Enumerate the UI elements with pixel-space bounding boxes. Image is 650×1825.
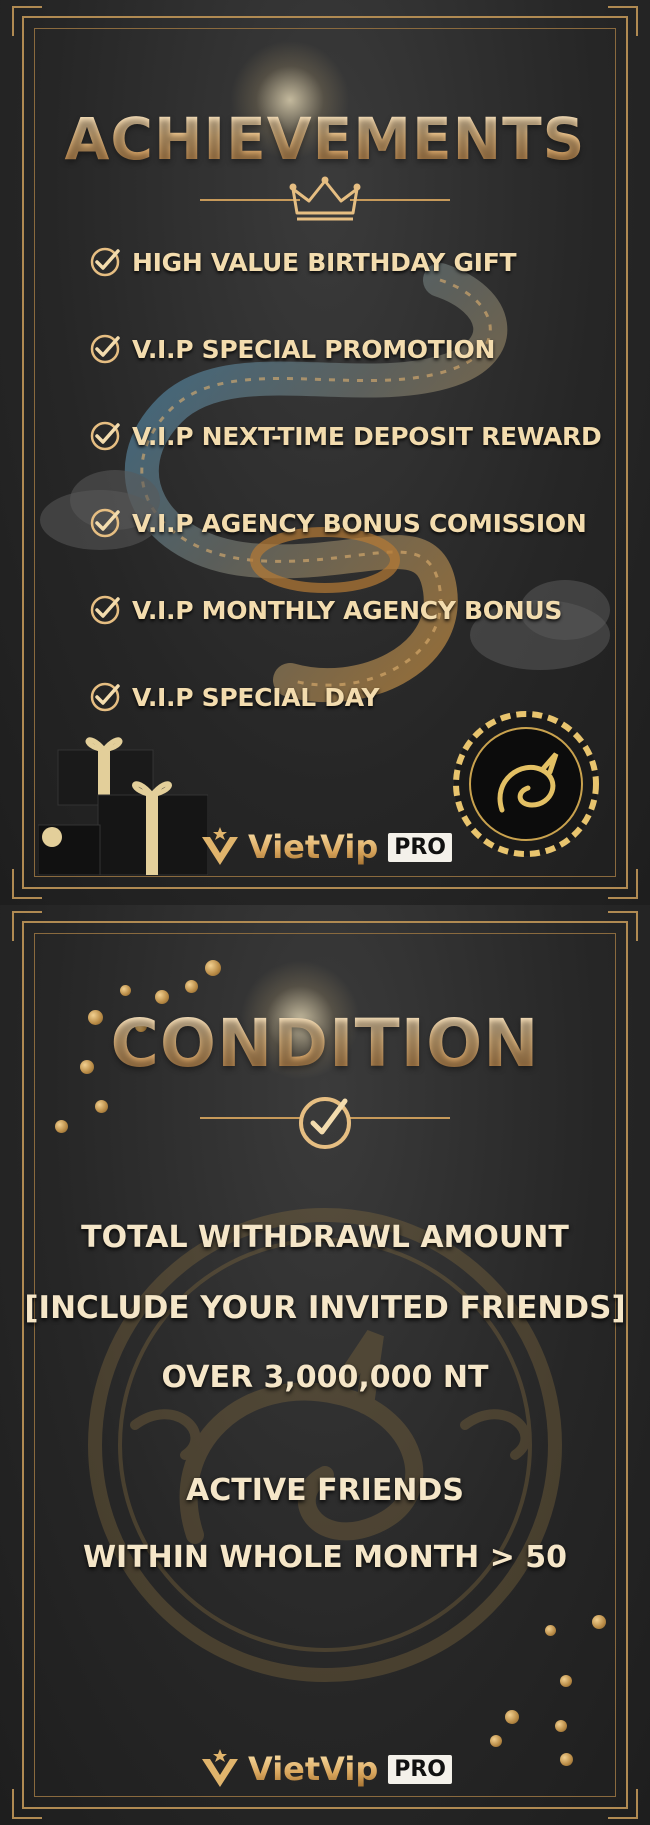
achievements-title: ACHIEVEMENTS xyxy=(0,105,650,173)
checkmark-icon xyxy=(90,682,120,712)
frame-corner xyxy=(608,6,638,36)
confetti-dot xyxy=(185,980,198,993)
check-circle-icon xyxy=(299,1097,351,1149)
checkmark-icon xyxy=(90,334,120,364)
confetti-dot xyxy=(560,1753,573,1766)
title-ornament xyxy=(0,175,650,225)
logo-brand-text: VietVip xyxy=(247,828,379,866)
achievement-label: HIGH VALUE BIRTHDAY GIFT xyxy=(132,247,517,277)
frame-corner xyxy=(12,1789,42,1819)
dragon-seal-watermark xyxy=(88,1208,562,1682)
condition-line: OVER 3,000,000 NT xyxy=(161,1360,489,1395)
gift-boxes-illustration xyxy=(38,737,208,875)
achievement-item: V.I.P MONTHLY AGENCY BONUS xyxy=(88,588,588,632)
confetti-dot xyxy=(205,960,221,976)
achievement-label: V.I.P SPECIAL PROMOTION xyxy=(132,334,496,364)
crown-icon xyxy=(289,176,361,221)
frame-corner xyxy=(608,1789,638,1819)
logo-brand-text: VietVip xyxy=(247,1750,379,1788)
frame-corner xyxy=(12,6,42,36)
condition-panel: CONDITION TOTAL WITHDRAWL AMOUNT [INCLUD… xyxy=(0,905,650,1825)
confetti-dot xyxy=(555,1720,567,1732)
achievement-item: V.I.P AGENCY BONUS COMISSION xyxy=(88,501,588,545)
condition-line: ACTIVE FRIENDS xyxy=(186,1473,464,1508)
confetti-dot xyxy=(120,985,131,996)
logo-v-icon xyxy=(201,827,238,865)
achievement-item: HIGH VALUE BIRTHDAY GIFT xyxy=(88,240,588,284)
achievement-list: HIGH VALUE BIRTHDAY GIFT V.I.P SPECIAL P… xyxy=(88,240,602,762)
achievement-label: V.I.P NEXT-TIME DEPOSIT REWARD xyxy=(132,421,602,451)
achievement-label: V.I.P AGENCY BONUS COMISSION xyxy=(132,508,587,538)
ornament-line xyxy=(350,199,450,201)
dragon-medallion xyxy=(453,711,599,857)
confetti-dot xyxy=(490,1735,502,1747)
achievement-label: V.I.P SPECIAL DAY xyxy=(132,682,380,712)
logo-pro-badge: PRO xyxy=(388,832,453,862)
logo-v-icon xyxy=(201,1749,238,1787)
achievement-label: V.I.P MONTHLY AGENCY BONUS xyxy=(132,595,563,625)
ornament-line xyxy=(350,1117,450,1119)
frame-corner xyxy=(12,911,42,941)
confetti-dot xyxy=(505,1710,519,1724)
checkmark-icon xyxy=(90,247,120,277)
checkmark-icon xyxy=(90,508,120,538)
condition-line: TOTAL WITHDRAWL AMOUNT xyxy=(81,1220,569,1255)
frame-corner xyxy=(608,869,638,899)
achievements-panel: ACHIEVEMENTS HIGH VALUE BIRTHDAY GIFT V.… xyxy=(0,0,650,905)
brand-logo: VietVip PRO xyxy=(198,1747,453,1791)
achievement-item: V.I.P SPECIAL PROMOTION xyxy=(88,327,588,371)
confetti-dot xyxy=(155,990,169,1004)
logo-pro-badge: PRO xyxy=(388,1754,453,1784)
checkmark-icon xyxy=(90,595,120,625)
confetti-dot xyxy=(592,1615,606,1629)
title-ornament xyxy=(0,1093,650,1149)
condition-line: [INCLUDE YOUR INVITED FRIENDS] xyxy=(24,1290,626,1326)
condition-line: WITHIN WHOLE MONTH > 50 xyxy=(82,1540,568,1575)
condition-title: CONDITION xyxy=(0,1005,650,1082)
frame-corner xyxy=(608,911,638,941)
ornament-line xyxy=(200,1117,300,1119)
achievement-item: V.I.P NEXT-TIME DEPOSIT REWARD xyxy=(88,414,602,458)
brand-logo: VietVip PRO xyxy=(198,825,453,869)
checkmark-icon xyxy=(90,421,120,451)
